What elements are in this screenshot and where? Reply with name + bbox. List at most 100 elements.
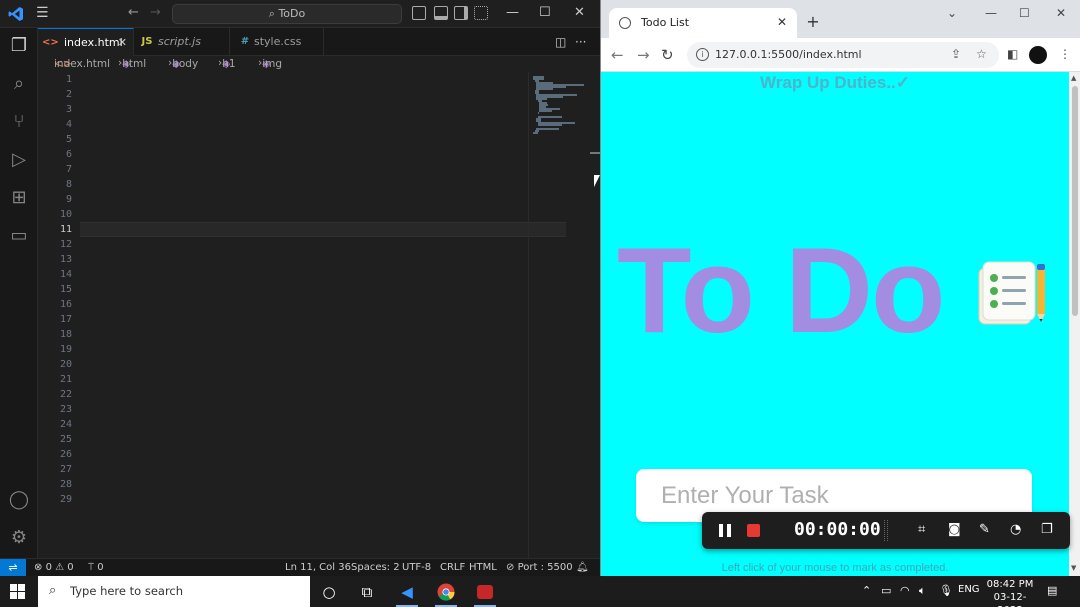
- vscode-taskbar-icon[interactable]: ◀: [396, 581, 418, 603]
- close-tab-icon[interactable]: ✕: [777, 15, 787, 29]
- reload-icon[interactable]: ↻: [661, 46, 674, 64]
- explorer-icon[interactable]: ❐: [7, 34, 31, 58]
- more-actions-icon[interactable]: ···: [575, 35, 586, 49]
- browser-window: Todo List ✕ + ⌄ — ☐ ✕ ← → ↻ i 127.0.0.1:…: [600, 0, 1080, 576]
- screenshot-region-icon[interactable]: ⌗: [918, 522, 925, 537]
- wifi-icon[interactable]: ◠: [900, 584, 910, 597]
- desktop: ☰ ← → ⌕ ToDo — ☐ ✕ ❐ ⌕ ⑂ ▷ ⊞ ▭ ◯ ⚙ <> in…: [0, 0, 1080, 607]
- close-window-icon[interactable]: ✕: [1056, 6, 1066, 20]
- tab-script-js[interactable]: JS script.js: [134, 28, 230, 56]
- recording-timer: 00:00:00: [794, 519, 881, 540]
- line-number: 6: [65, 149, 72, 160]
- back-arrow-icon[interactable]: ←: [611, 46, 624, 64]
- drag-handle[interactable]: [884, 520, 888, 541]
- gear-icon[interactable]: ⚙: [7, 526, 31, 550]
- line-number: 25: [59, 434, 72, 445]
- remote-indicator-icon[interactable]: ⇌: [0, 559, 26, 577]
- site-info-icon[interactable]: i: [696, 48, 709, 61]
- browser-tab[interactable]: Todo List ✕: [609, 8, 797, 38]
- language-indicator[interactable]: ENG: [958, 584, 980, 595]
- task-view-icon[interactable]: ⧉: [356, 581, 378, 603]
- line-number: 2: [65, 89, 72, 100]
- share-icon[interactable]: ⇪: [951, 47, 961, 61]
- microphone-icon[interactable]: 🎙︎: [939, 584, 953, 597]
- ports-indicator[interactable]: ⍡ 0: [88, 562, 104, 573]
- tab-search-icon[interactable]: ⌄: [947, 6, 957, 20]
- minimap-line: [533, 132, 538, 134]
- address-bar[interactable]: i 127.0.0.1:5500/index.html ⇪ ☆: [687, 42, 999, 68]
- windows-start-icon[interactable]: [10, 584, 25, 599]
- tab-index-html[interactable]: <> index.html ✕: [38, 28, 134, 56]
- volume-icon[interactable]: 🔈︎: [919, 584, 926, 598]
- line-number: 15: [59, 284, 72, 295]
- notifications-icon[interactable]: 🔔︎: [576, 562, 589, 573]
- taskbar-clock[interactable]: 08:42 PM 03-12-2023: [986, 578, 1034, 607]
- action-center-icon[interactable]: ▤: [1047, 584, 1057, 597]
- code-editor[interactable]: 1 2 3 4 5 6 7 8 9 10 11 12 13 14 15 16 17 18 19 20 21 22 23 24 2…: [38, 72, 600, 558]
- toggle-sidebar-icon[interactable]: [412, 6, 426, 20]
- remote-explorer-icon[interactable]: ▭: [7, 224, 31, 248]
- line-number: 29: [59, 494, 72, 505]
- split-editor-icon[interactable]: ◫: [555, 35, 566, 49]
- stop-record-icon[interactable]: [747, 524, 760, 537]
- timer-icon[interactable]: ◔: [1010, 522, 1021, 537]
- indentation[interactable]: Spaces: 2: [351, 562, 400, 573]
- line-number: 26: [59, 449, 72, 460]
- language-mode[interactable]: HTML: [469, 562, 497, 573]
- line-number: 3: [65, 104, 72, 115]
- minimize-icon[interactable]: —: [506, 5, 519, 20]
- cortana-icon[interactable]: ○: [318, 581, 340, 603]
- toggle-secondary-sidebar-icon[interactable]: [454, 6, 468, 20]
- account-icon[interactable]: ◯: [7, 488, 31, 512]
- maximize-icon[interactable]: ☐: [539, 5, 551, 20]
- side-panel-icon[interactable]: ◧: [1007, 47, 1018, 61]
- minimap-line: [536, 128, 560, 130]
- scrollbar-thumb[interactable]: [1072, 86, 1078, 316]
- minimize-toolbar-icon[interactable]: ❐: [1041, 522, 1053, 537]
- command-center-search[interactable]: ⌕ ToDo: [172, 4, 402, 24]
- tab-style-css[interactable]: # style.css: [230, 28, 324, 56]
- close-tab-icon[interactable]: ✕: [118, 29, 127, 57]
- customize-layout-icon[interactable]: [474, 6, 488, 20]
- toggle-panel-icon[interactable]: [434, 6, 448, 20]
- cursor-position[interactable]: Ln 11, Col 36: [285, 562, 351, 573]
- line-number: 17: [59, 314, 72, 325]
- page-viewport: Wrap Up Duties..✓ To Do Left click of yo…: [601, 72, 1069, 576]
- taskbar-search[interactable]: ⌕ Type here to search: [38, 576, 310, 607]
- todo-title: To Do: [617, 222, 946, 358]
- browser-menu-icon[interactable]: ⋮: [1059, 47, 1071, 61]
- recorder-taskbar-icon[interactable]: [474, 581, 496, 603]
- chrome-taskbar-icon[interactable]: [435, 581, 457, 603]
- line-number: 12: [59, 239, 72, 250]
- html-file-icon: <>: [42, 37, 59, 48]
- problems-indicator[interactable]: ⊗ 0 ⚠ 0: [34, 562, 74, 573]
- battery-icon[interactable]: ▭: [881, 584, 891, 597]
- search-icon[interactable]: ⌕: [7, 72, 31, 96]
- live-server-port[interactable]: ⊘ Port : 5500: [506, 562, 573, 573]
- minimize-icon[interactable]: —: [985, 6, 997, 20]
- pause-icon[interactable]: [719, 524, 731, 537]
- editor-tabs: <> index.html ✕ JS script.js # style.css…: [38, 28, 600, 56]
- source-control-icon[interactable]: ⑂: [7, 110, 31, 134]
- show-hidden-icons-icon[interactable]: ⌃: [862, 584, 871, 597]
- menu-icon[interactable]: ☰: [36, 5, 52, 21]
- forward-arrow-icon[interactable]: →: [150, 5, 161, 20]
- encoding[interactable]: UTF-8: [402, 562, 431, 573]
- profile-avatar[interactable]: [1029, 46, 1047, 64]
- line-ending[interactable]: CRLF: [440, 562, 465, 573]
- close-window-icon[interactable]: ✕: [574, 5, 585, 20]
- new-tab-button[interactable]: +: [803, 13, 823, 33]
- minimap-line: [539, 110, 552, 112]
- status-bar: ⇌ ⊗ 0 ⚠ 0 ⍡ 0 Ln 11, Col 36 Spaces: 2 UT…: [0, 558, 600, 577]
- minimap[interactable]: [528, 72, 588, 558]
- page-scrollbar[interactable]: ▲ ▼: [1069, 72, 1080, 576]
- extensions-icon[interactable]: ⊞: [7, 186, 31, 210]
- bookmark-star-icon[interactable]: ☆: [976, 47, 987, 61]
- forward-arrow-icon[interactable]: →: [637, 46, 650, 64]
- run-debug-icon[interactable]: ▷: [7, 148, 31, 172]
- minimap-line: [537, 124, 562, 126]
- maximize-icon[interactable]: ☐: [1019, 6, 1030, 20]
- camera-icon[interactable]: ◙: [948, 522, 961, 537]
- pen-icon[interactable]: ✎: [979, 522, 990, 537]
- back-arrow-icon[interactable]: ←: [128, 5, 139, 20]
